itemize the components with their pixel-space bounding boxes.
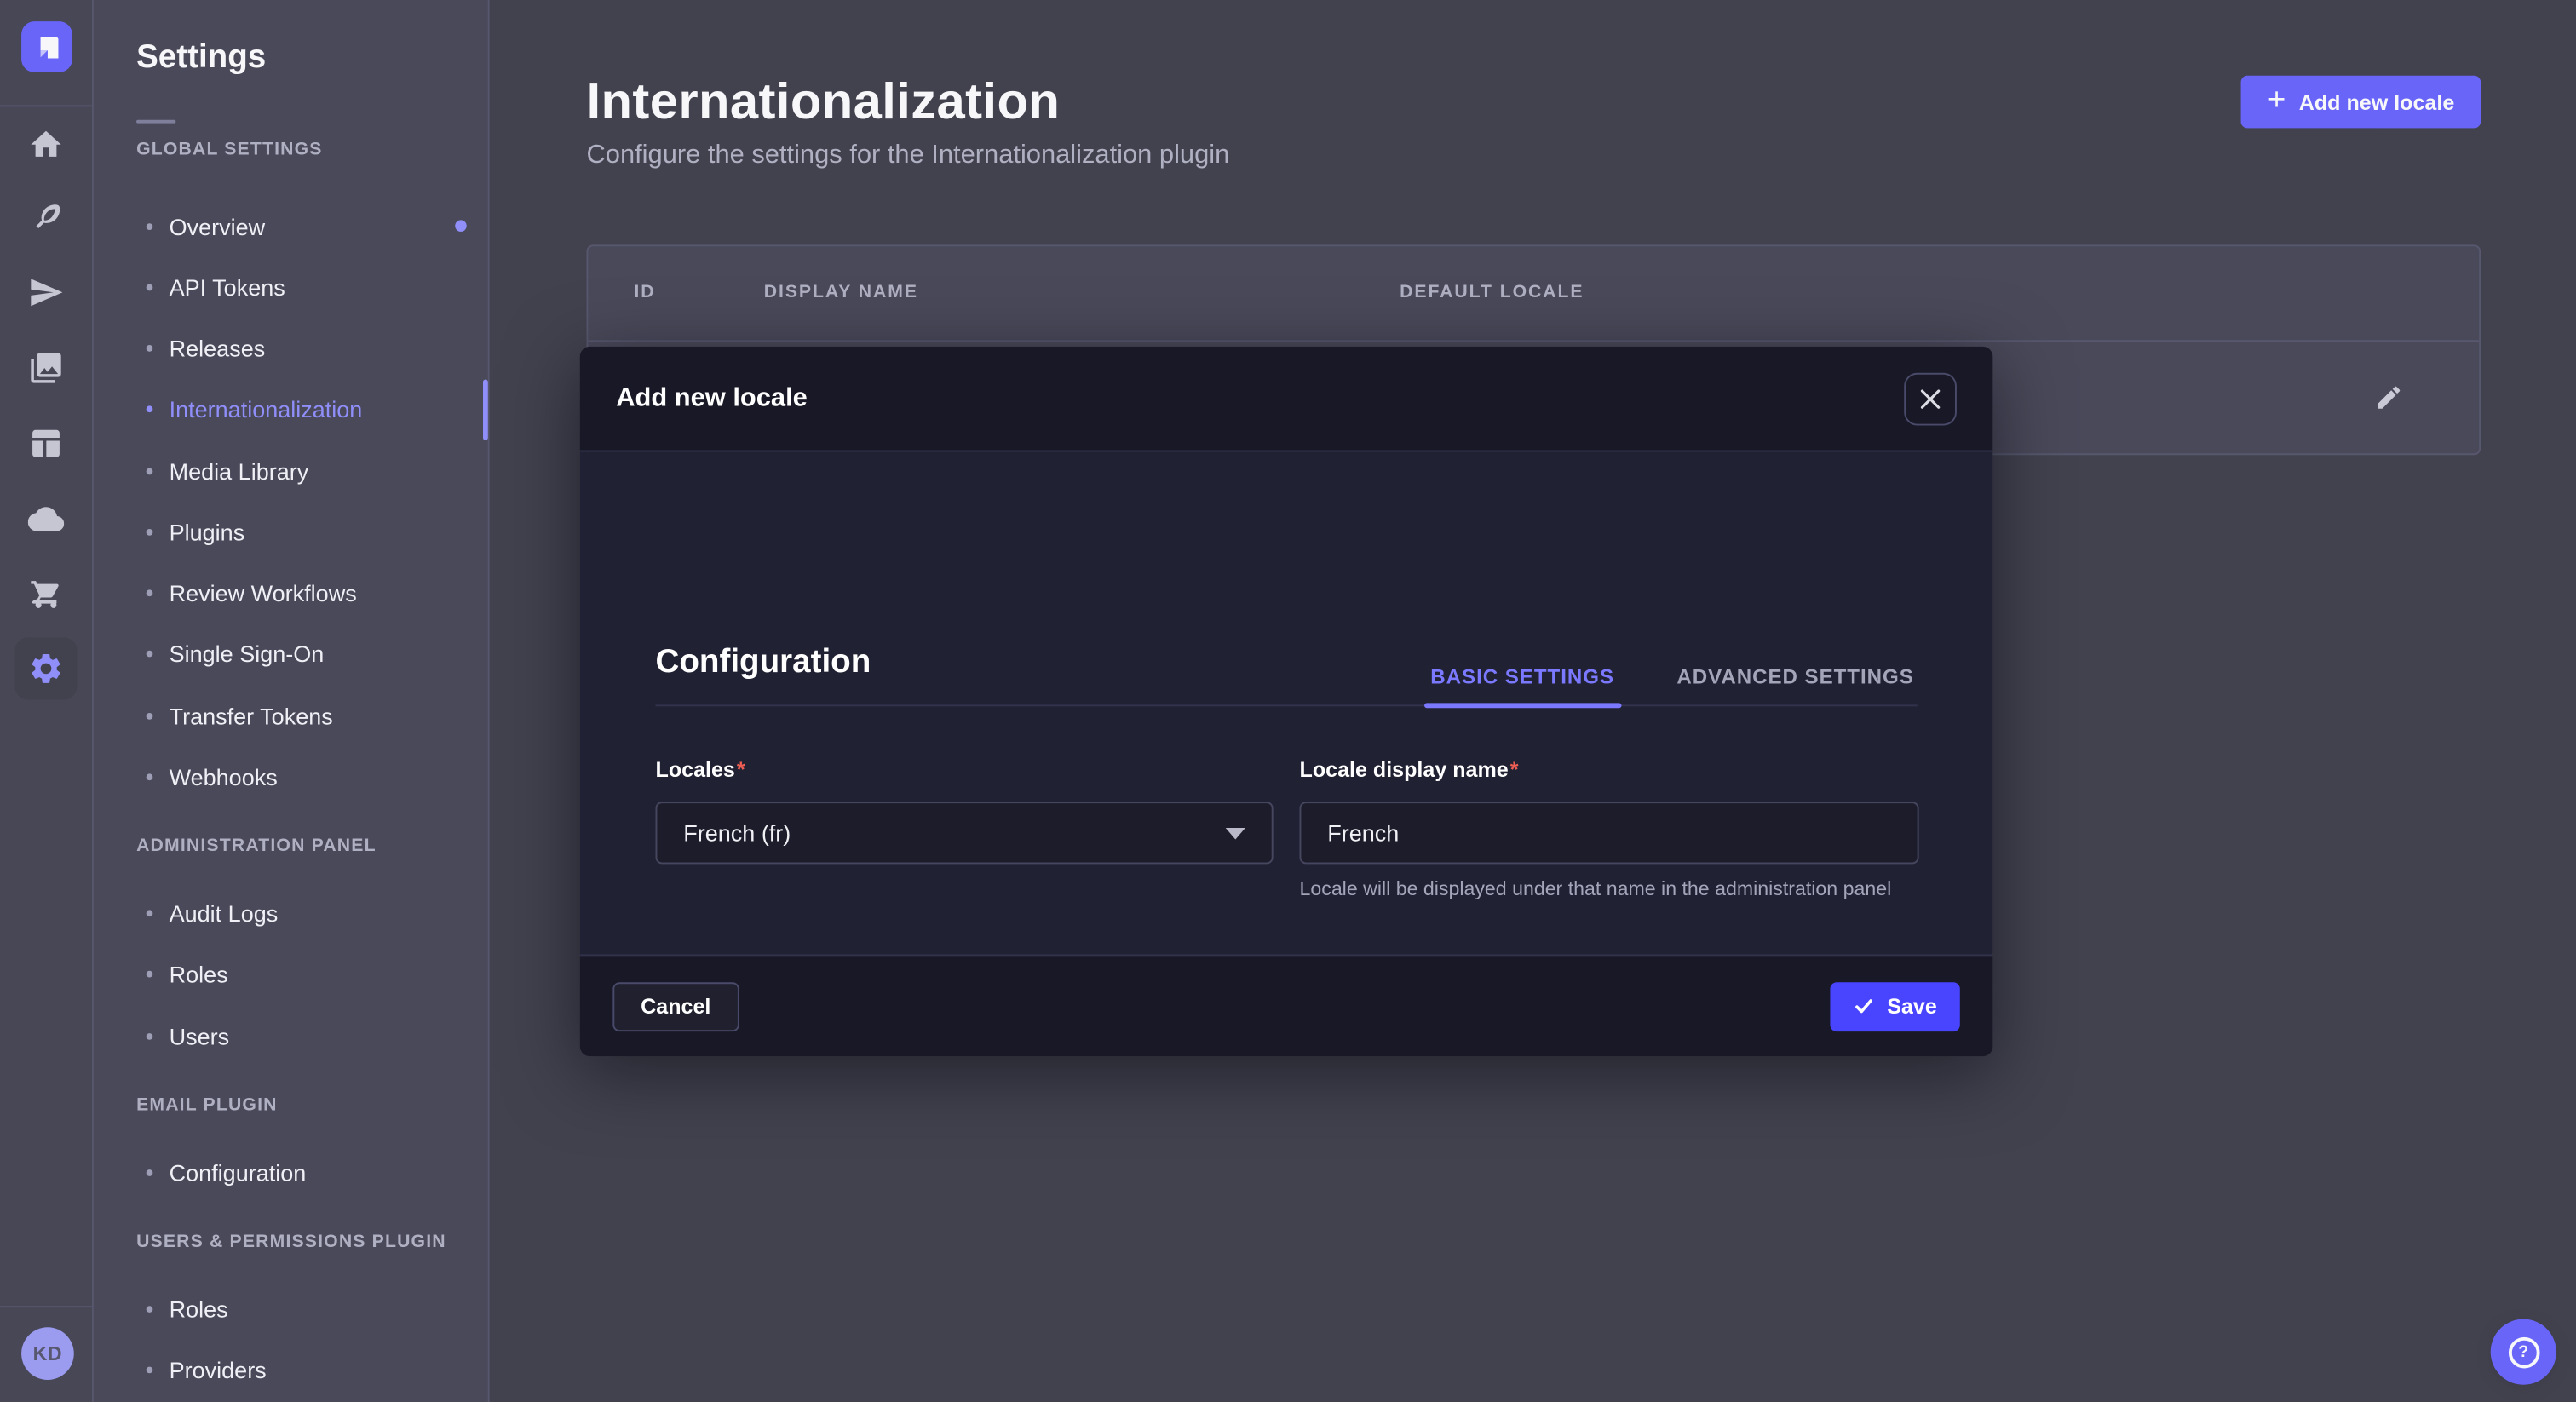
modal-body: Configuration BASIC SETTINGS ADVANCED SE…: [580, 451, 1993, 954]
configuration-section-title: Configuration: [655, 644, 871, 681]
display-name-label-text: Locale display name: [1299, 757, 1508, 782]
locales-select[interactable]: French (fr): [655, 802, 1273, 864]
save-button[interactable]: Save: [1830, 981, 1960, 1031]
required-asterisk: *: [1510, 757, 1519, 782]
tab-basic-settings[interactable]: BASIC SETTINGS: [1427, 647, 1617, 706]
save-label: Save: [1887, 994, 1937, 1019]
close-modal-button[interactable]: [1904, 372, 1957, 425]
close-icon: [1920, 388, 1940, 408]
chevron-down-icon: [1226, 827, 1245, 839]
display-name-field-label: Locale display name*: [1299, 757, 1518, 782]
locales-select-value: French (fr): [683, 819, 791, 846]
display-name-input[interactable]: [1299, 802, 1918, 864]
modal-header: Add new locale: [580, 347, 1993, 451]
settings-tabs: BASIC SETTINGS ADVANCED SETTINGS: [1427, 647, 1917, 706]
required-asterisk: *: [737, 757, 745, 782]
modal-footer: Cancel Save: [580, 954, 1993, 1056]
modal-title: Add new locale: [616, 383, 808, 413]
locales-label-text: Locales: [655, 757, 734, 782]
display-name-helper-text: Locale will be displayed under that name…: [1299, 876, 1923, 903]
tab-advanced-settings[interactable]: ADVANCED SETTINGS: [1673, 647, 1917, 706]
add-locale-modal: Add new locale Configuration BASIC SETTI…: [580, 347, 1993, 1056]
strapi-admin-screen: KD Settings GLOBAL SETTINGS Overview API…: [0, 0, 2576, 1402]
locales-field-label: Locales*: [655, 757, 745, 782]
check-icon: [1853, 996, 1874, 1017]
cancel-button[interactable]: Cancel: [612, 981, 739, 1031]
